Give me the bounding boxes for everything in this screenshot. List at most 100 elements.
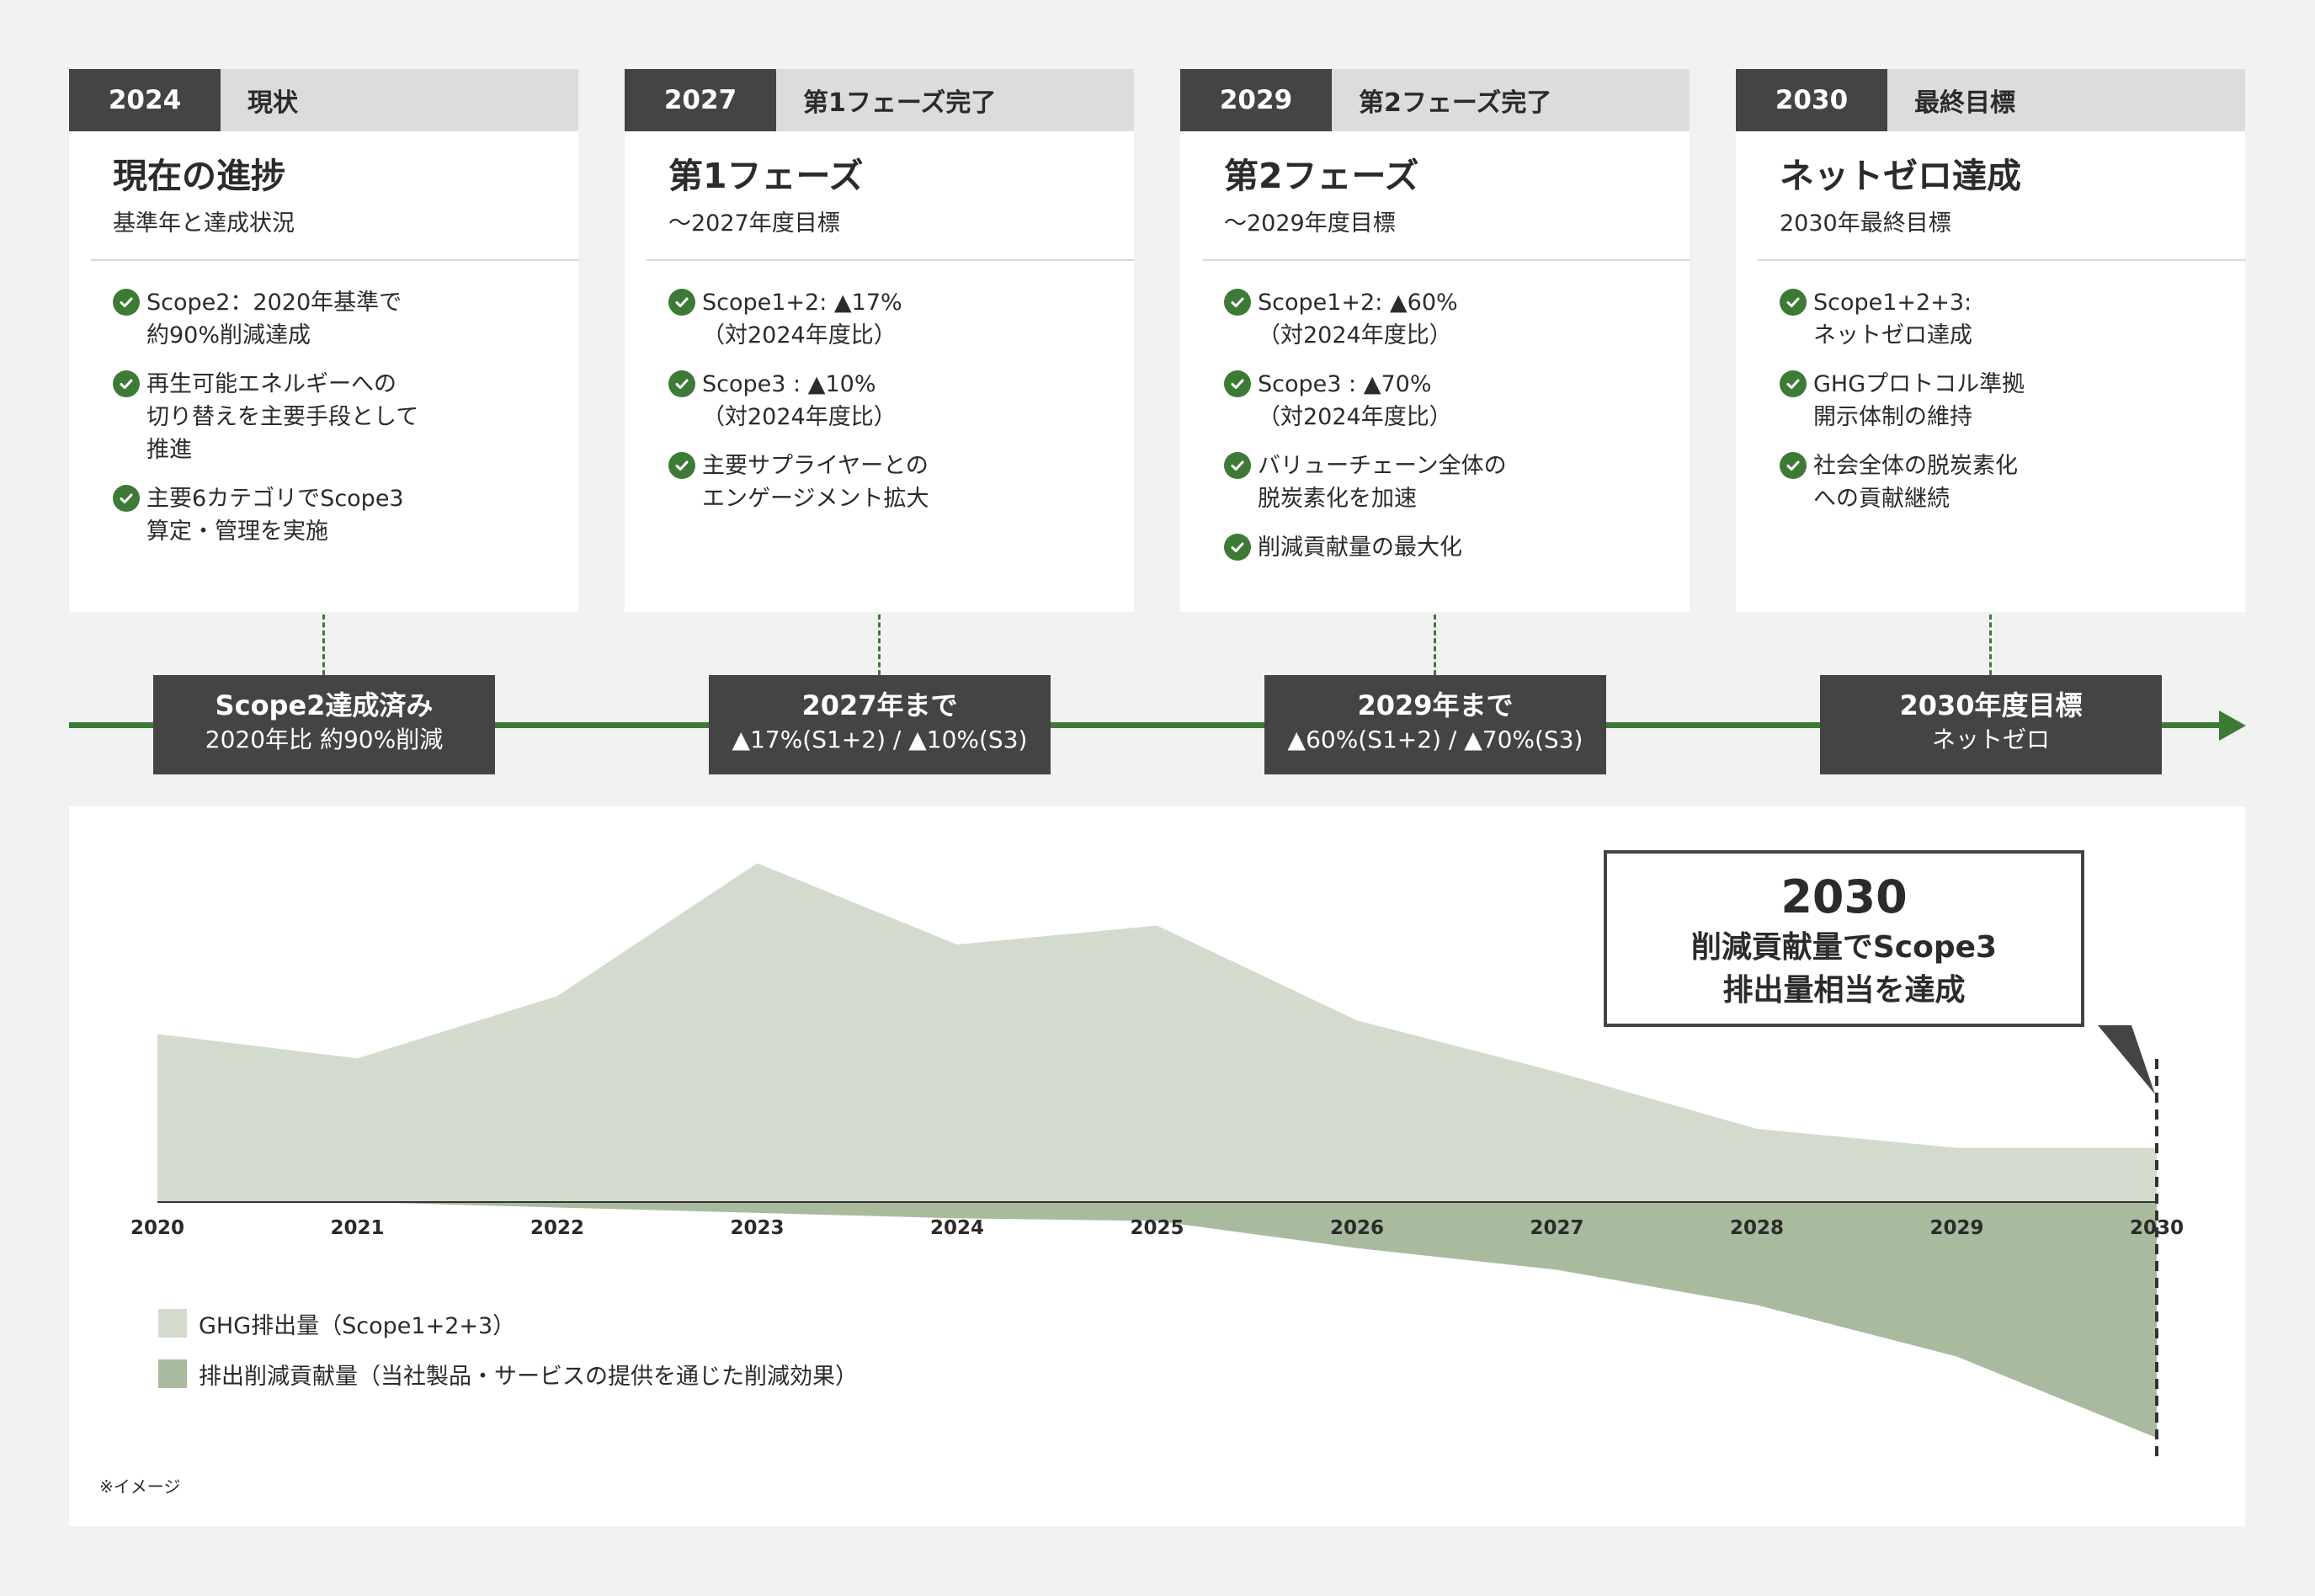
legend-item-emissions: GHG排出量（Scope1+2+3） — [158, 1308, 858, 1339]
card-title: 第2フェーズ — [1224, 156, 1419, 196]
card-status: 第1フェーズ完了 — [803, 88, 997, 118]
card-status: 第2フェーズ完了 — [1359, 88, 1552, 118]
x-tick-label: 2024 — [930, 1217, 984, 1239]
card-item: バリューチェーン全体の 脱炭素化を加速 — [1224, 450, 1668, 515]
check-circle-icon — [113, 289, 140, 317]
check-circle-icon — [1224, 452, 1251, 480]
card-divider — [647, 259, 1135, 262]
legend-item-contribution: 排出削減貢献量（当社製品・サービスの提供を通じた削減効果） — [158, 1359, 858, 1390]
check-circle-icon — [1224, 370, 1251, 398]
card-divider — [1758, 259, 2246, 262]
legend-label: 排出削減貢献量（当社製品・サービスの提供を通じた削減効果） — [199, 1363, 858, 1390]
phase-card-2027: 2027 第1フェーズ完了 第1フェーズ 〜2027年度目標 Scope1+2:… — [625, 69, 1135, 612]
legend-swatch — [158, 1309, 187, 1338]
chart-panel: 2020 2021 2022 2023 2024 2025 2026 2027 2028 2029… — [69, 806, 2245, 1526]
target-callout: 2030 削減貢献量でScope3 排出量相当を達成 — [1604, 850, 2084, 1027]
check-circle-icon — [1224, 289, 1251, 317]
card-divider — [1202, 259, 1690, 262]
card-item-text: Scope1+2: ▲60% （対2024年度比） — [1258, 290, 1458, 349]
card-item-list: Scope1+2: ▲60% （対2024年度比） Scope3 : ▲70% （… — [1224, 286, 1668, 564]
card-connector — [878, 614, 881, 675]
milestone-sub: 2020年比 約90%削減 — [205, 726, 444, 753]
card-connector — [1434, 614, 1436, 675]
card-subtitle: 〜2029年度目標 — [1224, 210, 1396, 237]
milestone-title: 2030年度目標 — [1899, 689, 2083, 721]
card-subtitle: 2030年最終目標 — [1780, 210, 1951, 237]
x-tick-label: 2022 — [530, 1217, 584, 1239]
milestone-title: 2027年まで — [801, 689, 958, 721]
x-tick-label: 2025 — [1130, 1217, 1184, 1239]
card-year: 2029 — [1180, 69, 1332, 131]
card-title: ネットゼロ達成 — [1780, 156, 2021, 196]
check-circle-icon — [1224, 534, 1251, 561]
card-item-text: 再生可能エネルギーへの 切り替えを主要手段として 推進 — [146, 371, 419, 464]
card-item-text: Scope3 : ▲10% （対2024年度比） — [702, 371, 897, 431]
milestone-2027: 2027年まで ▲17%(S1+2) / ▲10%(S3) — [709, 675, 1051, 774]
phase-card-2024: 2024 現状 現在の進捗 基準年と達成状況 Scope2：2020年基準で 約… — [69, 69, 579, 612]
callout-year: 2030 — [1780, 870, 1908, 923]
card-header: 2030 最終目標 — [1736, 69, 2245, 131]
check-circle-icon — [1780, 452, 1807, 480]
card-item-text: 主要サプライヤーとの エンゲージメント拡大 — [702, 453, 929, 513]
card-item: Scope1+2: ▲17% （対2024年度比） — [668, 286, 1112, 352]
milestone-2024: Scope2達成済み 2020年比 約90%削減 — [153, 675, 495, 774]
timeline-arrow-icon — [2219, 710, 2246, 741]
card-year: 2027 — [625, 69, 776, 131]
card-subtitle: 基準年と達成状況 — [113, 210, 295, 237]
chart-legend: GHG排出量（Scope1+2+3） 排出削減貢献量（当社製品・サービスの提供を… — [158, 1308, 858, 1409]
card-item: 削減貢献量の最大化 — [1224, 531, 1668, 564]
card-item-text: バリューチェーン全体の 脱炭素化を加速 — [1258, 453, 1507, 513]
card-item: 主要6カテゴリでScope3 算定・管理を実施 — [113, 482, 556, 548]
check-circle-icon — [668, 452, 695, 480]
card-item: 社会全体の脱炭素化 への貢献継続 — [1780, 450, 2223, 515]
legend-label: GHG排出量（Scope1+2+3） — [199, 1312, 516, 1339]
check-circle-icon — [668, 289, 695, 317]
card-connector — [322, 614, 325, 675]
card-divider — [91, 259, 579, 262]
milestone-sub: ▲60%(S1+2) / ▲70%(S3) — [1287, 726, 1583, 753]
card-header: 2029 第2フェーズ完了 — [1180, 69, 1690, 131]
card-year: 2030 — [1736, 69, 1887, 131]
card-subtitle: 〜2027年度目標 — [668, 210, 840, 237]
milestone-2030: 2030年度目標 ネットゼロ — [1820, 675, 2162, 774]
card-item: GHGプロトコル準拠 開示体制の維持 — [1780, 368, 2223, 434]
card-connector — [1989, 614, 1992, 675]
callout-text: 削減貢献量でScope3 排出量相当を達成 — [1690, 930, 1998, 1008]
x-tick-label: 2026 — [1330, 1217, 1384, 1239]
card-item-text: Scope1+2: ▲17% （対2024年度比） — [702, 290, 902, 349]
card-title: 第1フェーズ — [668, 156, 864, 196]
check-circle-icon — [113, 370, 140, 398]
card-item-text: Scope3 : ▲70% （対2024年度比） — [1258, 371, 1452, 431]
card-item: Scope3 : ▲70% （対2024年度比） — [1224, 368, 1668, 434]
milestone-sub: ネットゼロ — [1931, 726, 2050, 753]
check-circle-icon — [113, 485, 140, 513]
x-tick-label: 2021 — [330, 1217, 384, 1239]
card-item-list: Scope2：2020年基準で 約90%削減達成 再生可能エネルギーへの 切り替え… — [113, 286, 556, 548]
card-item-list: Scope1+2+3: ネットゼロ達成 GHGプロトコル準拠 開示体制の維持 社会全… — [1780, 286, 2223, 515]
card-item-list: Scope1+2: ▲17% （対2024年度比） Scope3 : ▲10% （… — [668, 286, 1112, 515]
card-item-text: 削減貢献量の最大化 — [1258, 535, 1462, 561]
legend-swatch — [158, 1359, 187, 1388]
card-status: 現状 — [247, 88, 298, 118]
card-status: 最終目標 — [1914, 88, 2015, 118]
card-header: 2024 現状 — [69, 69, 578, 131]
check-circle-icon — [1780, 289, 1807, 317]
card-title: 現在の進捗 — [113, 156, 285, 196]
x-tick-label: 2029 — [1929, 1217, 1983, 1239]
card-item-text: Scope1+2+3: ネットゼロ達成 — [1813, 290, 1972, 349]
check-circle-icon — [1780, 370, 1807, 398]
x-tick-label: 2020 — [130, 1217, 184, 1239]
x-tick-label: 2023 — [730, 1217, 784, 1239]
card-header: 2027 第1フェーズ完了 — [625, 69, 1134, 131]
milestone-title: Scope2達成済み — [215, 689, 434, 721]
milestone-2029: 2029年まで ▲60%(S1+2) / ▲70%(S3) — [1264, 675, 1606, 774]
card-item-text: 社会全体の脱炭素化 への貢献継続 — [1813, 453, 2018, 513]
card-item: Scope1+2+3: ネットゼロ達成 — [1780, 286, 2223, 352]
card-item-text: GHGプロトコル準拠 開示体制の維持 — [1813, 371, 2025, 431]
card-item: 主要サプライヤーとの エンゲージメント拡大 — [668, 450, 1112, 515]
image-note: ※イメージ — [99, 1476, 181, 1497]
card-item: 再生可能エネルギーへの 切り替えを主要手段として 推進 — [113, 368, 556, 466]
phase-card-2030: 2030 最終目標 ネットゼロ達成 2030年最終目標 Scope1+2+3: … — [1736, 69, 2246, 612]
x-tick-label: 2028 — [1730, 1217, 1784, 1239]
phase-card-2029: 2029 第2フェーズ完了 第2フェーズ 〜2029年度目標 Scope1+2:… — [1180, 69, 1690, 612]
